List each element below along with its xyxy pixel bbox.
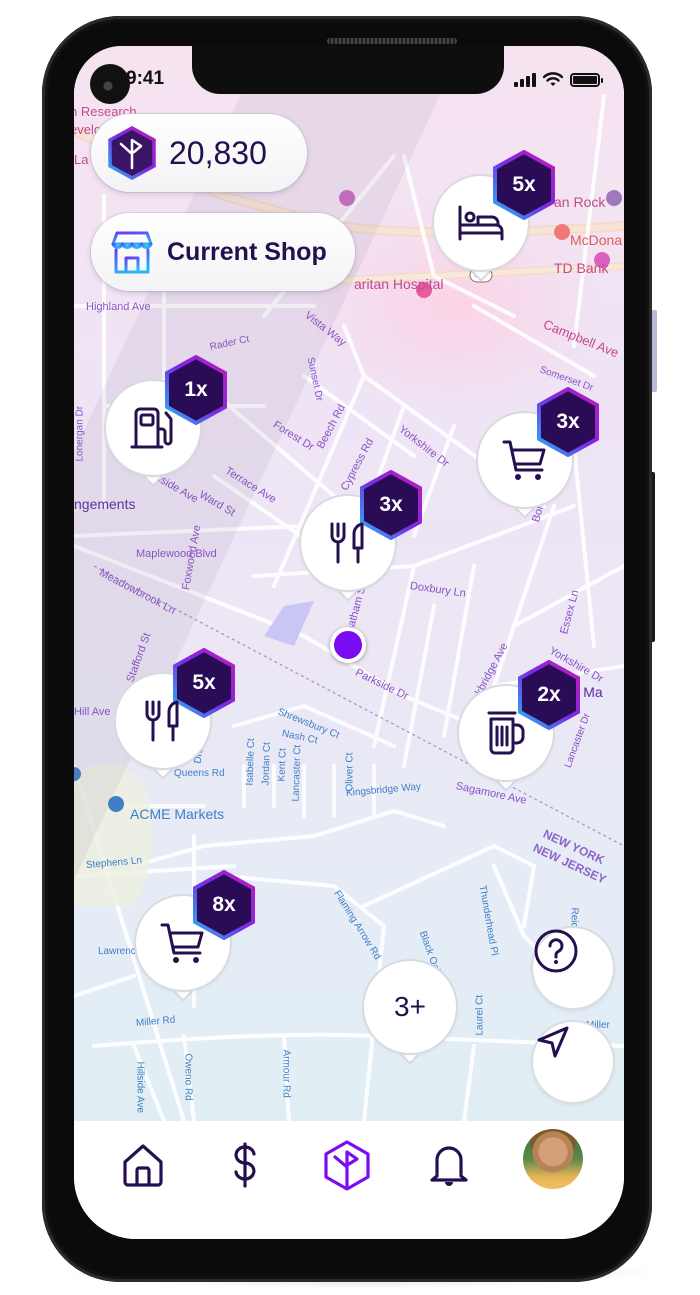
bottom-tab-bar (74, 1121, 624, 1239)
map-marker-bar[interactable]: 2x (459, 660, 580, 790)
map-view[interactable]: n Research evelo La an Rock McDona TD Ba… (74, 46, 624, 1121)
points-value: 20,830 (169, 134, 267, 171)
navigation-arrow-icon (537, 1026, 569, 1058)
battery-icon (570, 72, 603, 87)
tab-home[interactable] (113, 1135, 173, 1195)
fork-knife-icon (330, 522, 364, 564)
map-marker-lodging[interactable]: 5x (434, 150, 555, 280)
current-shop-button[interactable]: Current Shop (91, 213, 355, 291)
map-label: Armour Rd (280, 1049, 292, 1098)
cart-icon (160, 923, 204, 963)
status-time: 9:41 (126, 68, 165, 89)
map-label: ngements (74, 496, 136, 512)
map-marker-grocery[interactable]: 8x (136, 870, 255, 1000)
map-label: Jordan Ct (260, 741, 274, 786)
map-label: Laurel Ct (474, 994, 486, 1036)
brand-hex-icon (324, 1140, 370, 1191)
multiplier-label: 3x (379, 493, 403, 516)
user-location-dot (330, 627, 366, 663)
status-icons (514, 72, 603, 87)
map-label: Hillside Ave (134, 1061, 146, 1114)
map-label: TD Bank (554, 260, 609, 276)
map-label: Lonergan Dr (74, 405, 86, 462)
map-label: Lancaster Ct (290, 744, 304, 802)
dollar-icon (234, 1142, 256, 1188)
front-camera (90, 64, 130, 104)
beer-mug-icon (487, 711, 525, 755)
map-label: aritan Hospital (354, 276, 444, 292)
bell-icon (430, 1146, 468, 1186)
map-label: Highland Ave (86, 301, 151, 313)
home-icon (123, 1144, 163, 1187)
storefront-icon (111, 231, 153, 274)
wifi-icon (543, 72, 563, 86)
map-marker-dining[interactable]: 5x (116, 648, 235, 778)
map-label: Isabelle Ct (244, 738, 258, 786)
map-label: an Rock (554, 194, 606, 210)
map-marker-gas[interactable]: 1x (106, 355, 227, 485)
map-label: Lawrenc (98, 946, 136, 957)
points-balance-pill[interactable]: 20,830 (91, 114, 307, 192)
multiplier-badge: 3x (359, 470, 423, 540)
tab-notifications[interactable] (419, 1135, 479, 1195)
current-shop-label: Current Shop (167, 237, 327, 266)
signal-icon (514, 72, 536, 87)
gas-pump-icon (130, 407, 173, 449)
app-screen: n Research evelo La an Rock McDona TD Ba… (74, 46, 624, 1239)
map-cluster-marker[interactable]: 3+ (364, 961, 456, 1063)
display-notch (192, 46, 504, 94)
tab-rewards[interactable] (317, 1135, 377, 1195)
map-label: Oweno Rd (182, 1053, 194, 1101)
help-button[interactable] (533, 928, 613, 1008)
map-marker-dining[interactable]: 3x (301, 470, 422, 600)
brand-hex-icon (108, 126, 156, 180)
earpiece-speaker (327, 38, 457, 44)
map-label: La (74, 152, 89, 167)
tab-profile-avatar[interactable] (523, 1129, 583, 1189)
cluster-count: 3+ (394, 991, 426, 1022)
bed-icon (458, 205, 504, 241)
map-label: McDona (570, 232, 623, 248)
map-label: Kent Ct (276, 747, 289, 782)
tab-money[interactable] (215, 1135, 275, 1195)
help-icon (534, 929, 578, 973)
map-label-poi: ACME Markets (130, 806, 225, 822)
cart-icon (502, 440, 546, 480)
fork-knife-icon (145, 700, 179, 742)
map-label: Oliver Ct (344, 752, 356, 792)
map-marker-grocery[interactable]: 3x (478, 387, 599, 517)
locate-me-button[interactable] (533, 1022, 613, 1102)
map-label: Hill Ave (74, 706, 111, 718)
marker-bubble: 3+ (364, 961, 456, 1053)
map-label: Maplewood Blvd (136, 548, 217, 560)
